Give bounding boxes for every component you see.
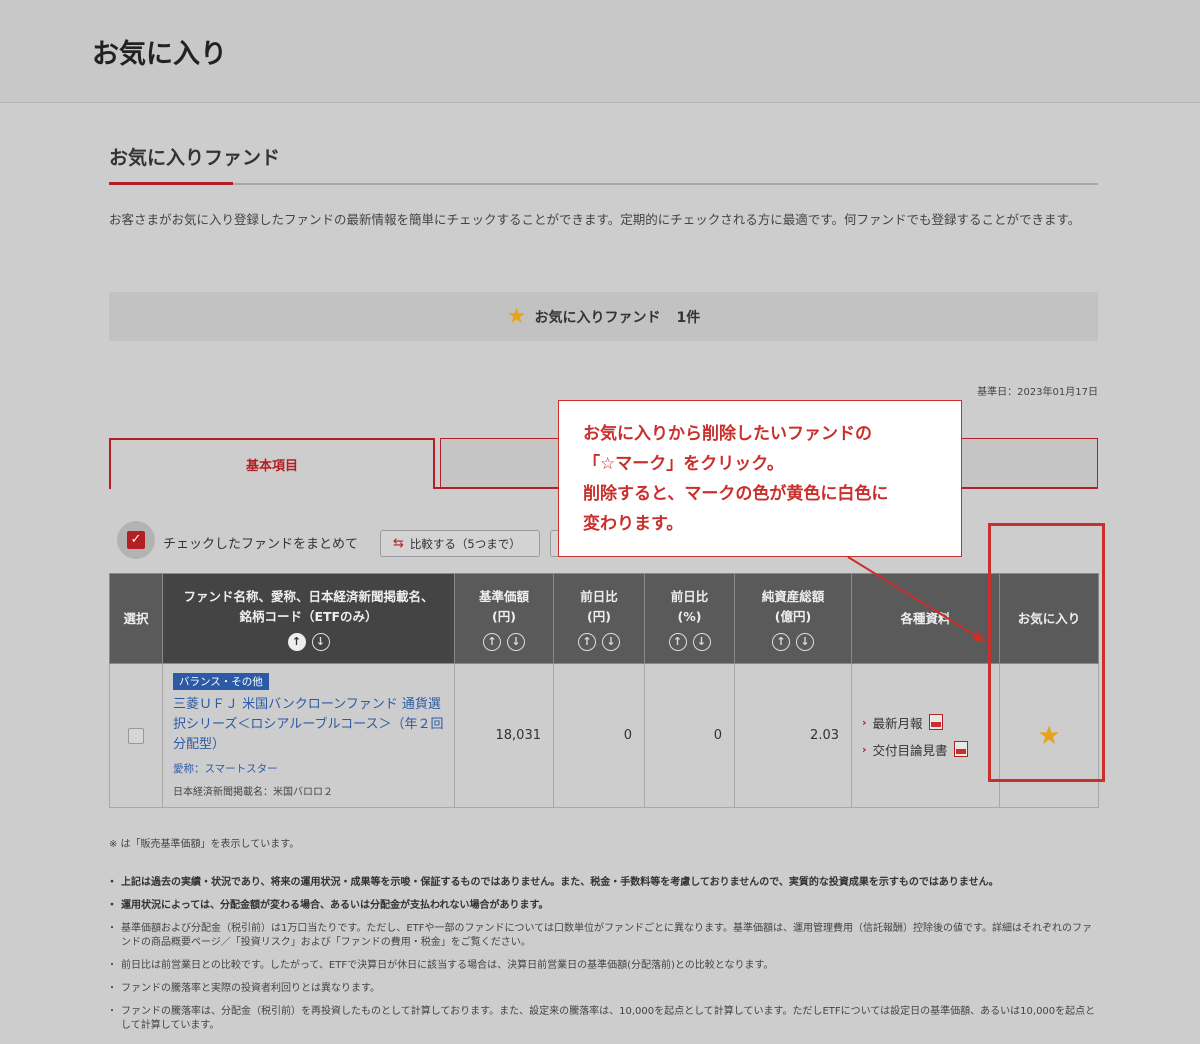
- category-badge: バランス・その他: [173, 673, 269, 690]
- page-header: お気に入り: [0, 0, 1200, 103]
- note-item: 上記は過去の実績・状況であり、将来の運用状況・成果等を示唆・保証するものではあり…: [107, 876, 1101, 890]
- section-title: お気に入りファンド: [109, 147, 281, 169]
- pdf-icon: [953, 741, 968, 757]
- col-select: 選択: [109, 573, 163, 664]
- diff-pct-value: 0: [644, 663, 735, 808]
- compare-button-label: 比較する（5つまで）: [409, 536, 521, 551]
- section-divider-accent: [109, 182, 233, 185]
- note-item: ファンドの騰落率は、分配金（税引前）を再投資したものとして計算しております。また…: [107, 1005, 1101, 1033]
- disclaimer-notes: ※ は「販売基準価額」を表示しています。 上記は過去の実績・状況であり、将来の運…: [107, 835, 1101, 1042]
- favorite-star-icon[interactable]: ★: [1037, 721, 1060, 751]
- col-documents: 各種資料: [851, 573, 1000, 664]
- prospectus-link[interactable]: › 交付目論見書: [862, 740, 999, 759]
- bulk-action-label: チェックしたファンドをまとめて: [163, 537, 359, 552]
- favorite-funds-table: 選択 ファンド名称、愛称、日本経済新聞掲載名、 銘柄コード（ETFのみ） ↑ ↓…: [109, 573, 1099, 808]
- note-item: ファンドの騰落率と実際の投資者利回りとは異なります。: [107, 982, 1101, 996]
- favorite-count-banner: ★ お気に入りファンド 1件: [109, 292, 1098, 341]
- col-diff-yen: 前日比 (円) ↑ ↓: [553, 573, 645, 664]
- sort-desc-icon[interactable]: ↓: [507, 632, 525, 651]
- section-divider: [109, 183, 1098, 185]
- monthly-report-link[interactable]: › 最新月報: [862, 713, 999, 732]
- table-row: バランス・その他 三菱ＵＦＪ 米国バンクローンファンド 通貨選択シリーズ＜ロシア…: [109, 663, 1099, 808]
- chevron-right-icon: ›: [862, 742, 867, 756]
- section-description: お客さまがお気に入り登録したファンドの最新情報を簡単にチェックすることができます…: [109, 212, 1081, 227]
- diff-yen-value: 0: [553, 663, 645, 808]
- col-fund-name: ファンド名称、愛称、日本経済新聞掲載名、 銘柄コード（ETFのみ） ↑ ↓: [162, 573, 455, 664]
- note-item: 基準価額および分配金（税引前）は1万口当たりです。ただし、ETFや一部のファンド…: [107, 922, 1101, 950]
- check-icon: ✓: [127, 531, 145, 549]
- chevron-right-icon: ›: [862, 715, 867, 729]
- favorite-banner-label: お気に入りファンド: [534, 309, 661, 326]
- col-diff-pct: 前日比 (%) ↑ ↓: [644, 573, 735, 664]
- star-icon: ★: [506, 303, 527, 329]
- nav-value: 18,031: [454, 663, 554, 808]
- fund-newspaper-name: 日本経済新聞掲載名：米国バロロ２: [173, 787, 333, 798]
- sort-asc-icon[interactable]: ↑: [287, 632, 306, 651]
- favorite-count: 1件: [676, 309, 701, 326]
- asterisk-note: ※ は「販売基準価額」を表示しています。: [109, 839, 300, 850]
- col-net-assets: 純資産総額 (億円) ↑ ↓: [734, 573, 852, 664]
- sort-desc-icon[interactable]: ↓: [602, 632, 620, 651]
- sort-asc-icon[interactable]: ↑: [578, 632, 596, 651]
- fund-name-link[interactable]: 三菱ＵＦＪ 米国バンクローンファンド 通貨選択シリーズ＜ロシアルーブルコース＞（…: [173, 695, 444, 755]
- fund-nickname: 愛称：スマートスター: [173, 763, 278, 775]
- sort-asc-icon[interactable]: ↑: [772, 632, 790, 651]
- pdf-icon: [928, 714, 943, 730]
- tab-basic-items-label: 基本項目: [245, 459, 298, 474]
- sort-asc-icon[interactable]: ↑: [483, 632, 501, 651]
- swap-arrows-icon: ⇆: [393, 536, 404, 551]
- col-nav: 基準価額 (円) ↑ ↓: [454, 573, 554, 664]
- note-item: 前日比は前営業日との比較です。したがって、ETFで決算日が休日に該当する場合は、…: [107, 959, 1101, 973]
- tab-basic-items[interactable]: 基本項目: [109, 438, 435, 489]
- sort-desc-icon[interactable]: ↓: [796, 632, 814, 651]
- compare-button[interactable]: ⇆ 比較する（5つまで）: [380, 530, 540, 557]
- page-title: お気に入り: [92, 39, 227, 70]
- note-item: 運用状況によっては、分配金額が変わる場合、あるいは分配金が支払われない場合があり…: [107, 899, 1101, 913]
- sort-desc-icon[interactable]: ↓: [311, 632, 330, 651]
- net-assets-value: 2.03: [734, 663, 852, 808]
- instruction-callout: お気に入りから削除したいファンドの 「☆マーク」をクリック。 削除すると、マーク…: [558, 400, 962, 557]
- table-header-row: 選択 ファンド名称、愛称、日本経済新聞掲載名、 銘柄コード（ETFのみ） ↑ ↓…: [109, 573, 1099, 664]
- base-date: 基準日：2023年01月17日: [977, 387, 1098, 398]
- row-select-checkbox[interactable]: [128, 727, 144, 744]
- sort-desc-icon[interactable]: ↓: [692, 632, 711, 651]
- col-favorite: お気に入り: [999, 573, 1099, 664]
- sort-asc-icon[interactable]: ↑: [668, 632, 687, 651]
